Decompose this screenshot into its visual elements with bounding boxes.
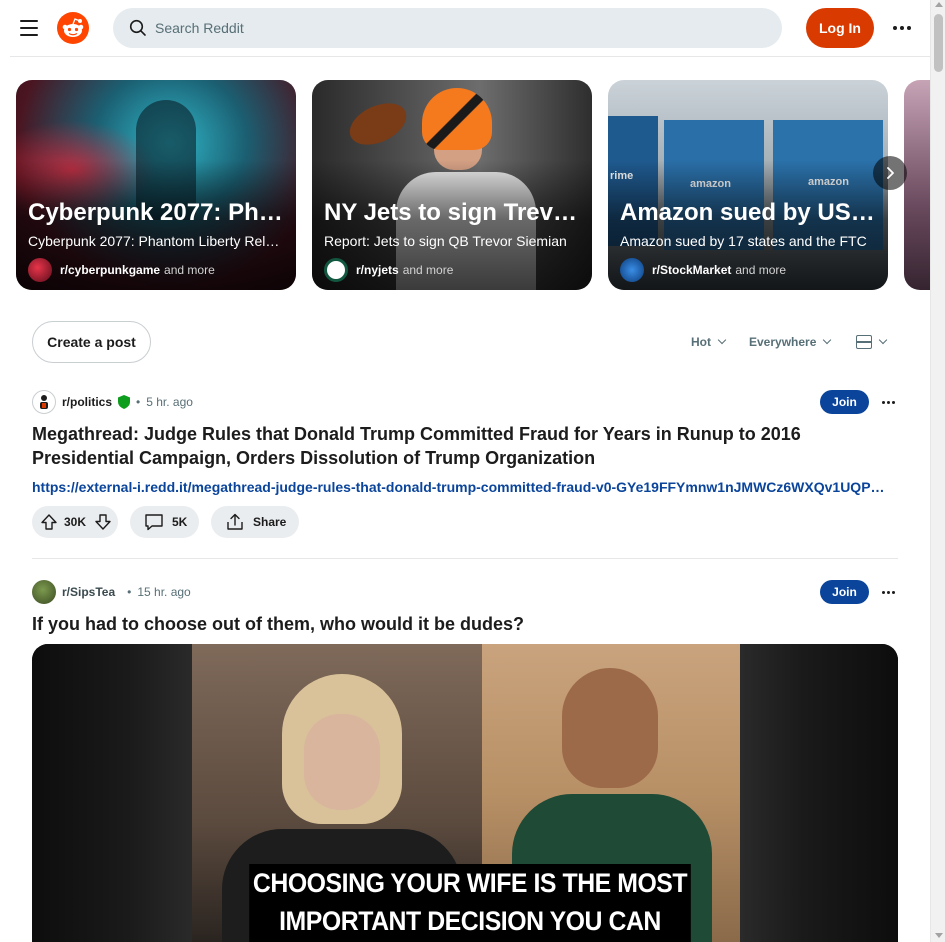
share-icon (227, 513, 243, 530)
more-icon[interactable] (888, 14, 916, 42)
scrollbar-thumb[interactable] (934, 14, 943, 72)
join-button[interactable]: Join (820, 390, 869, 414)
image-caption: CHOOSING YOUR WIFE IS THE MOST IMPORTANT… (249, 864, 691, 942)
community-name: r/nyjets (356, 263, 399, 277)
card-subtitle: Amazon sued by 17 states and the FTC (620, 233, 867, 249)
post-time: 15 hr. ago (137, 585, 191, 599)
reddit-logo-icon[interactable] (57, 12, 89, 44)
menu-icon[interactable] (12, 11, 46, 45)
post-title[interactable]: Megathread: Judge Rules that Donald Trum… (32, 422, 898, 470)
and-more: and more (735, 263, 787, 277)
caption-line: CHOOSING YOUR WIFE IS THE MOST (252, 868, 688, 898)
sort-dropdown[interactable]: Hot (691, 330, 727, 354)
location-dropdown[interactable]: Everywhere (749, 330, 832, 354)
location-label: Everywhere (749, 335, 817, 349)
card-title: Cyberpunk 2077: Phantom Liberty Released (28, 199, 286, 226)
post-time: 5 hr. ago (146, 395, 193, 409)
meta-separator: • (127, 585, 132, 599)
comment-icon (145, 514, 163, 531)
search-bar[interactable] (113, 8, 782, 48)
post-more-icon[interactable] (876, 580, 900, 604)
community-name: r/cyberpunkgame (60, 263, 161, 277)
community-avatar (324, 258, 348, 282)
upvote-icon[interactable] (40, 513, 58, 531)
scroll-up-icon[interactable] (935, 2, 943, 7)
header-divider (10, 56, 937, 57)
subreddit-avatar[interactable] (32, 580, 56, 604)
post-link[interactable]: https://external-i.redd.it/megathread-ju… (32, 479, 885, 495)
subreddit-name[interactable]: r/politics (62, 395, 112, 409)
join-button[interactable]: Join (820, 580, 869, 604)
scroll-down-icon[interactable] (935, 933, 943, 938)
downvote-icon[interactable] (94, 513, 112, 531)
card-title: NY Jets to sign Trevor Siemian (324, 199, 582, 226)
mod-shield-icon (118, 395, 131, 409)
post-title[interactable]: If you had to choose out of them, who wo… (32, 612, 898, 636)
comments-button[interactable]: 5K (130, 506, 199, 538)
share-button[interactable]: Share (211, 506, 299, 538)
view-dropdown[interactable] (856, 330, 888, 354)
top-nav: Log In (0, 0, 930, 56)
page-scrollbar[interactable] (930, 0, 945, 942)
trending-card[interactable]: Cyberpunk 2077: Phantom Liberty Released… (16, 80, 296, 290)
post-image[interactable]: CHOOSING YOUR WIFE IS THE MOST IMPORTANT… (32, 644, 898, 942)
search-icon (129, 19, 146, 36)
sort-label: Hot (691, 335, 711, 349)
trending-card-partial[interactable] (904, 80, 930, 290)
community-avatar (28, 258, 52, 282)
and-more: and more (402, 263, 454, 277)
vote-count: 30K (64, 515, 87, 529)
chevron-down-icon (823, 335, 832, 345)
share-label: Share (253, 515, 287, 529)
chevron-down-icon (717, 335, 727, 345)
trending-card[interactable]: NY Jets to sign Trevor Siemian Report: J… (312, 80, 592, 290)
and-more: and more (164, 263, 215, 277)
view-card-icon (856, 335, 872, 349)
card-subtitle: Report: Jets to sign QB Trevor Siemian (324, 233, 567, 249)
subreddit-avatar[interactable] (32, 390, 56, 414)
card-title: Amazon sued by US and 17 states (620, 199, 878, 226)
community-avatar (620, 258, 644, 282)
post-meta: r/politics • 5 hr. ago (32, 390, 193, 414)
carousel-next-button[interactable] (873, 156, 907, 190)
reddit-page: Log In Cyberpunk 2077: Phantom Liberty R… (0, 0, 945, 942)
post-more-icon[interactable] (876, 390, 900, 414)
chevron-right-icon (887, 167, 894, 179)
trending-card[interactable]: rime amazon amazon Amazon sued by US and… (608, 80, 888, 290)
community-name: r/StockMarket (652, 263, 732, 277)
post-meta: r/SipsTea • 15 hr. ago (32, 580, 191, 604)
subreddit-name[interactable]: r/SipsTea (62, 585, 115, 599)
meta-separator: • (136, 395, 141, 409)
card-subtitle: Cyberpunk 2077: Phantom Liberty Released (28, 233, 286, 249)
card-community[interactable]: r/StockMarket and more (620, 258, 786, 282)
post-divider (32, 558, 898, 559)
create-post-button[interactable]: Create a post (32, 321, 151, 363)
card-community[interactable]: r/nyjets and more (324, 258, 453, 282)
card-community[interactable]: r/cyberpunkgame and more (28, 258, 215, 282)
comment-count: 5K (172, 515, 188, 529)
login-button[interactable]: Log In (806, 8, 874, 48)
vote-bar: 30K (32, 506, 118, 538)
caption-line: IMPORTANT DECISION YOU CAN MAKE (279, 906, 661, 936)
search-input[interactable] (155, 20, 715, 36)
chevron-down-icon (878, 335, 888, 345)
